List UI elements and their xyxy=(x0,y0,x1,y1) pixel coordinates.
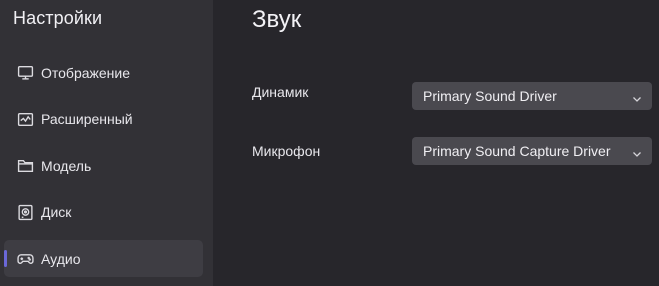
main-panel: Звук Динамик Primary Sound Driver Микроф… xyxy=(213,0,659,286)
sidebar-item-model[interactable]: Модель xyxy=(4,147,203,184)
sidebar-item-label: Модель xyxy=(41,157,92,174)
folder-icon xyxy=(16,157,34,175)
settings-window: Настройки Отображение Расширенный Модель xyxy=(0,0,659,286)
chevron-down-icon xyxy=(632,146,642,157)
sidebar-item-display[interactable]: Отображение xyxy=(4,54,203,91)
sidebar-item-disk[interactable]: Диск xyxy=(4,194,203,231)
sidebar-nav: Отображение Расширенный Модель Диск Ауди… xyxy=(0,54,213,286)
sidebar-item-label: Отображение xyxy=(41,64,131,81)
microphone-select[interactable]: Primary Sound Capture Driver xyxy=(412,137,652,165)
chart-icon xyxy=(16,110,34,128)
speaker-select[interactable]: Primary Sound Driver xyxy=(412,82,652,110)
microphone-label: Микрофон xyxy=(252,143,321,159)
sidebar-item-label: Аудио xyxy=(41,250,81,267)
gamepad-icon xyxy=(16,250,34,268)
speaker-select-value: Primary Sound Driver xyxy=(423,88,557,104)
page-title: Звук xyxy=(252,6,302,33)
disk-icon xyxy=(16,203,34,221)
sidebar-item-audio[interactable]: Аудио xyxy=(4,240,203,277)
sidebar-item-label: Расширенный xyxy=(41,111,133,127)
chevron-down-icon xyxy=(632,91,642,102)
monitor-icon xyxy=(16,64,34,82)
sidebar-title: Настройки xyxy=(13,8,103,28)
speaker-label: Динамик xyxy=(252,84,309,100)
sidebar-item-advanced[interactable]: Расширенный xyxy=(4,101,203,138)
sidebar-item-label: Диск xyxy=(41,204,72,220)
microphone-select-value: Primary Sound Capture Driver xyxy=(423,143,611,159)
sidebar: Настройки Отображение Расширенный Модель xyxy=(0,0,213,286)
